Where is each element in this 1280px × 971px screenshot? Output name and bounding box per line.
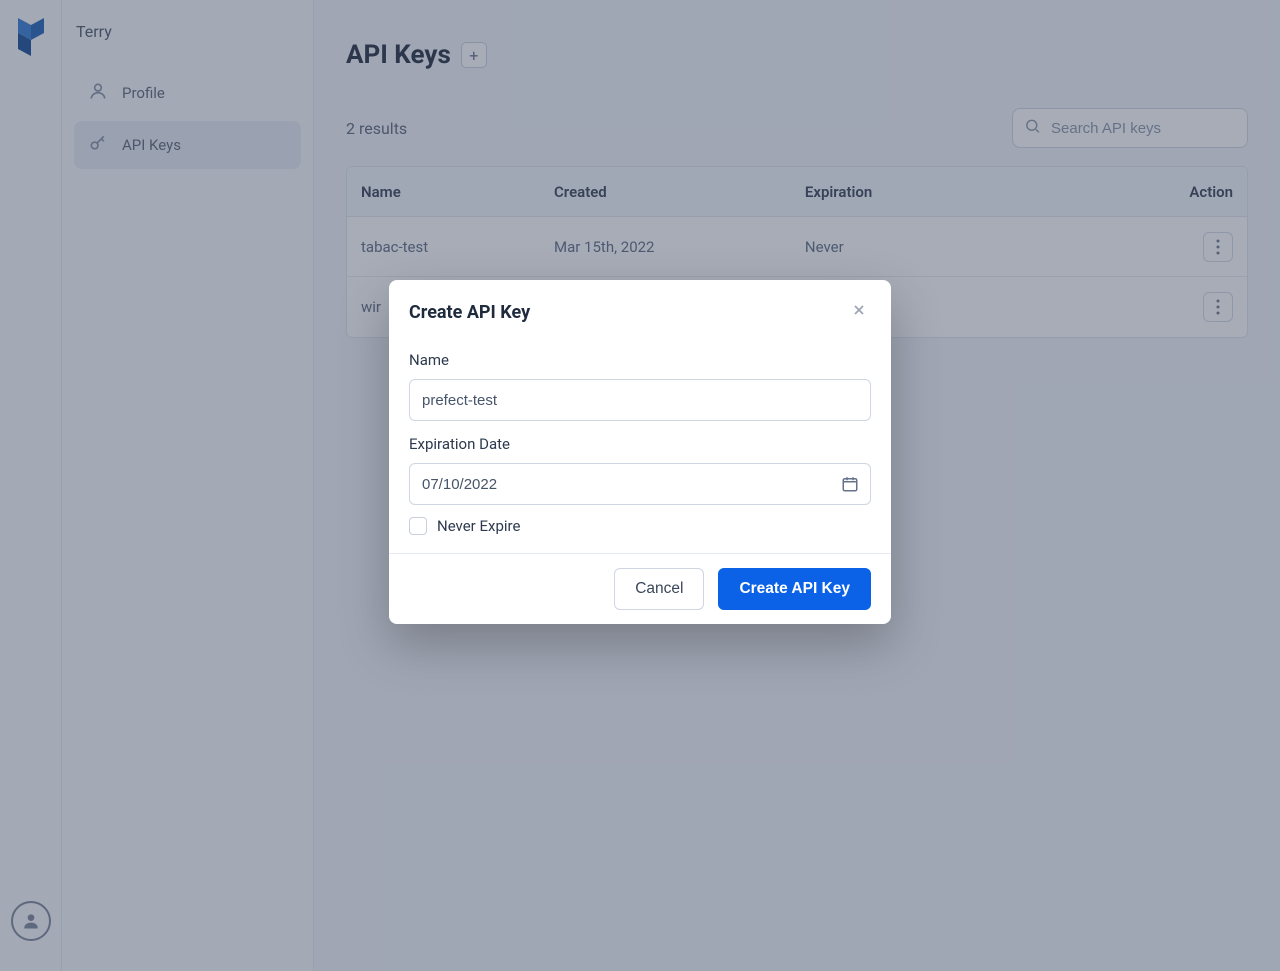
- name-label: Name: [409, 351, 871, 369]
- never-expire-checkbox[interactable]: [409, 517, 427, 535]
- expiration-label: Expiration Date: [409, 435, 871, 453]
- modal-overlay[interactable]: Create API Key Name Expiration Date: [0, 0, 1280, 971]
- name-input[interactable]: [409, 379, 871, 421]
- calendar-icon[interactable]: [841, 475, 859, 497]
- close-button[interactable]: [847, 298, 871, 327]
- modal-title: Create API Key: [409, 302, 530, 323]
- close-icon: [851, 302, 867, 322]
- create-api-key-button[interactable]: Create API Key: [718, 568, 871, 610]
- create-api-key-modal: Create API Key Name Expiration Date: [389, 280, 891, 624]
- expiration-date-input[interactable]: [409, 463, 871, 505]
- cancel-button[interactable]: Cancel: [614, 568, 704, 610]
- never-expire-label: Never Expire: [437, 517, 520, 535]
